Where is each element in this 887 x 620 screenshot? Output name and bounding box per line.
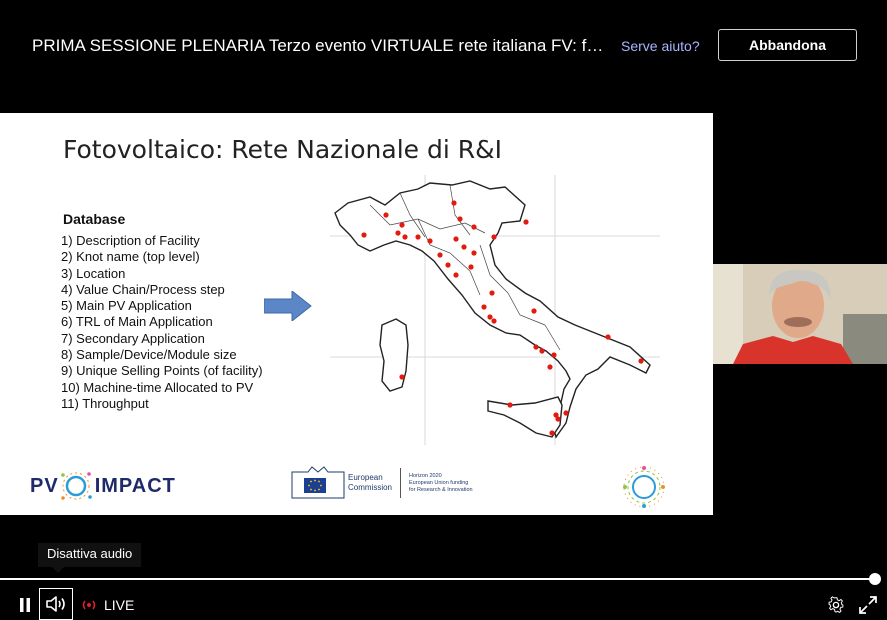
ec-line-2: Commission — [348, 483, 393, 492]
ec-line-1: European — [348, 473, 383, 482]
database-item: 8) Sample/Device/Module size — [61, 347, 237, 363]
pause-button[interactable] — [14, 594, 36, 616]
progress-bar[interactable] — [0, 578, 875, 580]
european-commission-logo: European Commission Horizon 2020 Europea… — [290, 463, 473, 503]
speaker-icon — [46, 596, 65, 612]
database-list: 1) Description of Facility 2) Knot name … — [61, 233, 263, 412]
database-item: 10) Machine-time Allocated to PV — [61, 379, 254, 395]
logo-divider — [400, 468, 402, 498]
database-item: 3) Location — [61, 265, 126, 281]
live-indicator: LIVE — [80, 596, 134, 614]
mute-tooltip: Disattiva audio — [38, 543, 142, 573]
live-label: LIVE — [104, 597, 135, 613]
database-item: 1) Description of Facility — [61, 233, 200, 248]
volume-button[interactable] — [39, 588, 73, 620]
speaker-webcam — [713, 264, 887, 364]
pv-impact-logo-right: IMPACT — [94, 474, 176, 497]
database-item: 7) Secondary Application — [61, 330, 205, 346]
horizon-2020-text: Horizon 2020 European Union funding for … — [409, 473, 473, 494]
progress-fill — [0, 578, 875, 580]
database-item: 2) Knot name (top level) — [61, 249, 200, 265]
eu-flag-icon — [290, 466, 346, 500]
top-bar: PRIMA SESSIONE PLENARIA Terzo evento VIR… — [0, 0, 887, 92]
live-broadcast-icon — [82, 600, 96, 610]
h2020-line-2: European Union funding — [409, 479, 469, 486]
database-item: 11) Throughput — [61, 395, 149, 411]
database-item: 9) Unique Selling Points (of facility) — [61, 363, 263, 379]
presentation-slide: Fotovoltaico: Rete Nazionale di R&I Data… — [0, 113, 713, 515]
pv-impact-logo-left: PV — [30, 474, 59, 497]
pause-icon — [20, 598, 30, 612]
database-item: 6) TRL of Main Application — [61, 314, 213, 330]
italy-map — [330, 175, 660, 445]
network-circle-logo — [623, 466, 665, 508]
settings-button[interactable] — [825, 594, 847, 616]
h2020-line-1: Horizon 2020 — [409, 472, 442, 479]
ec-text: European Commission — [348, 473, 392, 493]
network-ring-icon — [60, 472, 92, 500]
speaker-video-frame — [713, 264, 887, 364]
leave-button[interactable]: Abbandona — [718, 29, 857, 61]
database-item: 5) Main PV Application — [61, 298, 192, 314]
database-heading: Database — [63, 211, 126, 227]
gear-icon — [828, 596, 844, 613]
expand-icon — [859, 596, 877, 614]
event-title: PRIMA SESSIONE PLENARIA Terzo evento VIR… — [32, 36, 604, 55]
help-link[interactable]: Serve aiuto? — [621, 38, 700, 54]
fullscreen-button[interactable] — [857, 594, 879, 616]
progress-handle[interactable] — [869, 573, 881, 585]
slide-title: Fotovoltaico: Rete Nazionale di R&I — [63, 135, 502, 164]
h2020-line-3: for Research & Innovation — [409, 486, 473, 493]
pv-impact-logo: PV IMPACT — [30, 461, 176, 511]
right-arrow-icon — [264, 291, 312, 321]
database-item: 4) Value Chain/Process step — [61, 281, 225, 297]
